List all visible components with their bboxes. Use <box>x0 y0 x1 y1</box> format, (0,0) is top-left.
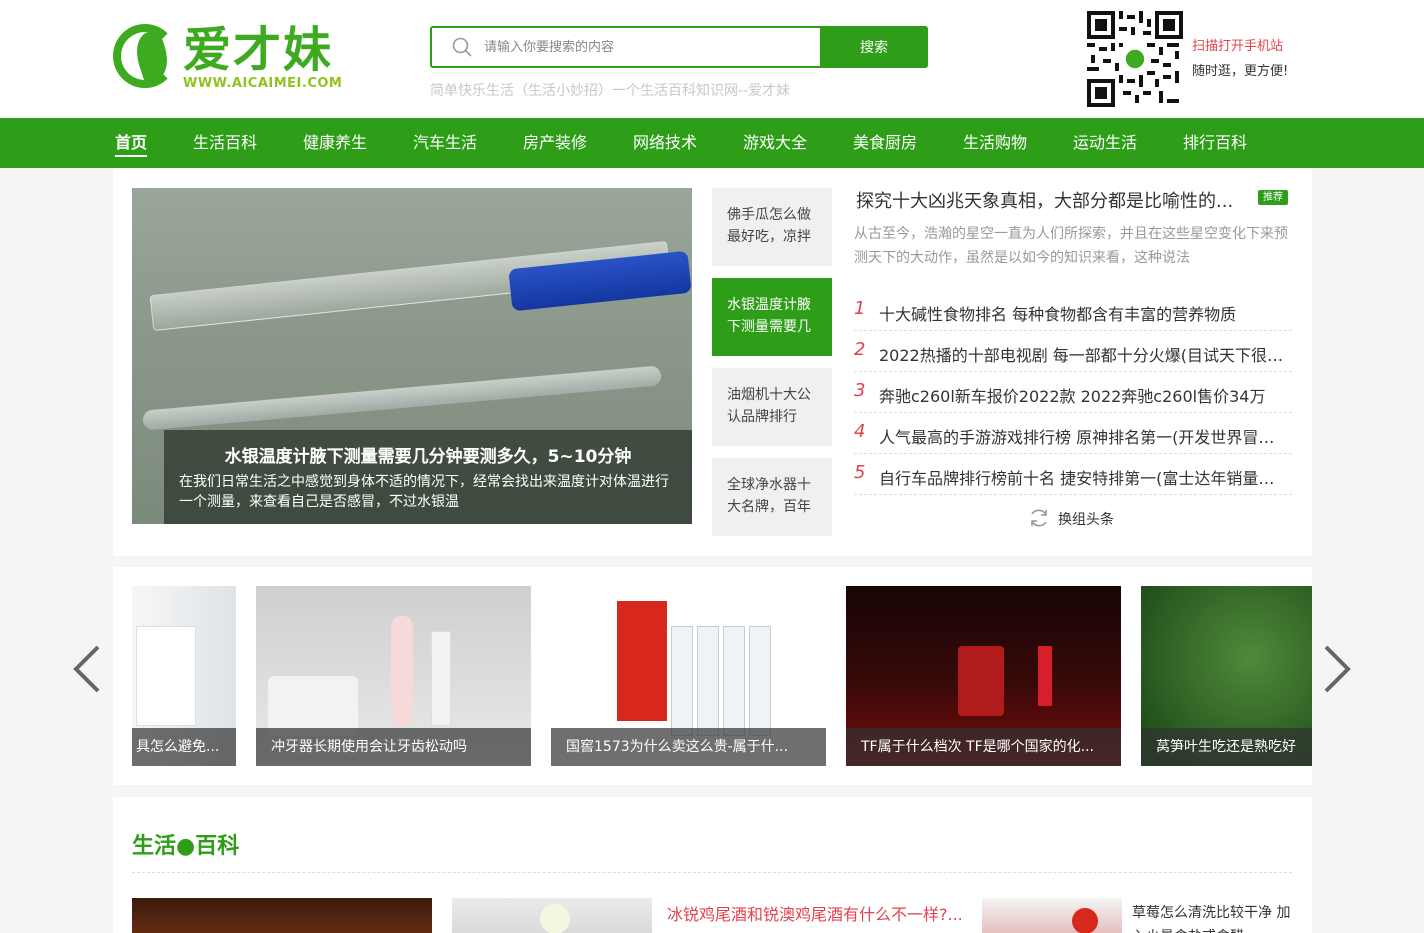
headline-description: 从古至今，浩瀚的星空一直为人们所探索，并且在这些星空变化下来预测天下的大动作，虽… <box>854 226 1288 266</box>
article-title[interactable]: 草莓怎么清洗比较干净 加入少量食盐或食醋 <box>1132 901 1302 933</box>
logo-text: 爱才妹 <box>183 22 334 78</box>
search-input[interactable] <box>484 34 814 60</box>
ranking-item[interactable]: 3 奔驰c260l新车报价2022款 2022奔驰c260l售价34万 <box>854 372 1292 413</box>
article-image-cocktail[interactable] <box>452 898 652 933</box>
carousel-item[interactable]: TF属于什么档次 TF是哪个国家的化... <box>846 586 1121 766</box>
ranking-item[interactable]: 1 十大碱性食物排名 每种食物都含有丰富的营养物质 <box>854 290 1292 331</box>
carousel-caption: 冲牙器长期使用会让牙齿松动吗 <box>256 728 531 766</box>
refresh-icon <box>1031 509 1047 527</box>
qr-caption-convenient: 随时逛，更方便! <box>1192 64 1289 79</box>
site-header: 爱才妹 WWW.AICAIMEI.COM 搜索 简单快乐生活（生活小妙招）一个生… <box>0 0 1424 118</box>
carousel-image-bedroom <box>136 626 196 726</box>
search-icon <box>452 37 472 57</box>
ranking-number: 4 <box>854 421 866 442</box>
nav-item-sports[interactable]: 运动生活 <box>1073 118 1137 168</box>
qr-code-icon <box>1087 11 1183 107</box>
carousel-image-bottle <box>723 626 745 736</box>
carousel-image-box <box>431 631 451 726</box>
ranking-text: 自行车品牌排行榜前十名 捷安特排第一(富士达年销量达... <box>879 469 1289 488</box>
chevron-left-icon[interactable] <box>70 644 104 694</box>
recommend-badge: 推荐 <box>1258 190 1288 205</box>
carousel-caption: 具怎么避免... <box>132 728 236 766</box>
qr-caption-mobile: 扫描打开手机站 <box>1192 39 1284 54</box>
carousel-image-bottle <box>671 626 693 736</box>
ranking-text: 2022热播的十部电视剧 每一部都十分火爆(目试天下很甜) <box>879 346 1289 365</box>
main-nav: 首页 生活百科 健康养生 汽车生活 房产装修 网络技术 游戏大全 美食厨房 生活… <box>0 118 1424 168</box>
article-image-berry <box>1072 908 1098 933</box>
hero-thumb[interactable]: 全球净水器十大名牌，百年 <box>712 458 832 536</box>
nav-item-home[interactable]: 首页 <box>115 118 148 168</box>
ranking-item[interactable]: 2 2022热播的十部电视剧 每一部都十分火爆(目试天下很甜) <box>854 331 1292 372</box>
search-button[interactable]: 搜索 <box>820 26 928 68</box>
carousel-caption: 国窖1573为什么卖这么贵-属于什... <box>551 728 826 766</box>
hero-caption[interactable]: 水银温度计腋下测量需要几分钟要测多久，5~10分钟 在我们日常生活之中感觉到身体… <box>164 430 692 524</box>
ranking-text: 奔驰c260l新车报价2022款 2022奔驰c260l售价34万 <box>879 387 1266 406</box>
section-title: 生活●百科 <box>132 834 240 859</box>
ranking-number: 1 <box>854 298 866 319</box>
hero-thumb[interactable]: 油烟机十大公认品牌排行 <box>712 368 832 446</box>
nav-item-house[interactable]: 房产装修 <box>523 118 587 168</box>
nav-item-tech[interactable]: 网络技术 <box>633 118 697 168</box>
nav-item-health[interactable]: 健康养生 <box>303 118 367 168</box>
nav-item-shopping[interactable]: 生活购物 <box>963 118 1027 168</box>
search-box: 搜索 <box>430 26 928 68</box>
article-image-flower <box>540 904 570 933</box>
ranking-item[interactable]: 4 人气最高的手游游戏排行榜 原神排名第一(开发世界冒险... <box>854 413 1292 454</box>
ranking-text: 人气最高的手游游戏排行榜 原神排名第一(开发世界冒险... <box>879 428 1289 447</box>
carousel-caption: 莴笋叶生吃还是熟吃好 <box>1141 728 1312 766</box>
hero-image-thermometer <box>142 365 662 431</box>
carousel-image-bottle <box>749 626 771 736</box>
chevron-right-icon[interactable] <box>1320 644 1354 694</box>
carousel-image-bottle <box>697 626 719 736</box>
carousel-item[interactable]: 具怎么避免... <box>132 586 236 766</box>
nav-item-auto[interactable]: 汽车生活 <box>413 118 477 168</box>
article-title[interactable]: 冰锐鸡尾酒和锐澳鸡尾酒有什么不一样?... <box>667 901 963 925</box>
site-logo[interactable]: 爱才妹 WWW.AICAIMEI.COM <box>113 22 348 92</box>
nav-item-food[interactable]: 美食厨房 <box>853 118 917 168</box>
nav-item-ranking[interactable]: 排行百科 <box>1183 118 1247 168</box>
nav-item-games[interactable]: 游戏大全 <box>743 118 807 168</box>
refresh-label: 换组头条 <box>1058 512 1114 528</box>
carousel-image-perfume <box>958 646 1004 716</box>
ranking-item[interactable]: 5 自行车品牌排行榜前十名 捷安特排第一(富士达年销量达... <box>854 454 1292 495</box>
hero-description: 在我们日常生活之中感觉到身体不适的情况下，经常会找出来温度计对体温进行一个测量，… <box>179 474 669 510</box>
ranking-number: 2 <box>854 339 866 360</box>
hero-title: 水银温度计腋下测量需要几分钟要测多久，5~10分钟 <box>224 447 632 467</box>
section-divider <box>132 872 1292 873</box>
hero-thumb-active[interactable]: 水银温度计腋下测量需要几 <box>712 278 832 356</box>
carousel-image-box-red <box>617 601 667 721</box>
carousel-image-sink <box>268 676 358 736</box>
article-image-food[interactable] <box>132 898 432 933</box>
carousel-item[interactable]: 莴笋叶生吃还是熟吃好 <box>1141 586 1312 766</box>
logo-url: WWW.AICAIMEI.COM <box>183 76 343 91</box>
carousel-item[interactable]: 国窖1573为什么卖这么贵-属于什... <box>551 586 826 766</box>
ranking-number: 5 <box>854 462 866 483</box>
article-image-strawberry[interactable] <box>982 898 1122 933</box>
nav-item-life[interactable]: 生活百科 <box>193 118 257 168</box>
site-slogan: 简单快乐生活（生活小妙招）一个生活百科知识网--爱才妹 <box>430 83 791 99</box>
carousel-caption: TF属于什么档次 TF是哪个国家的化... <box>846 728 1121 766</box>
ranking-text: 十大碱性食物排名 每种食物都含有丰富的营养物质 <box>879 305 1237 324</box>
headline-title[interactable]: 探究十大凶兆天象真相，大部分都是比喻性的... <box>856 187 1233 213</box>
hero-thumb[interactable]: 佛手瓜怎么做最好吃，凉拌 <box>712 188 832 266</box>
carousel-track: 具怎么避免... 冲牙器长期使用会让牙齿松动吗 国窖1573为什么卖这么贵-属于… <box>132 586 1312 766</box>
carousel-image-waterflosser <box>391 616 413 726</box>
carousel-item[interactable]: 冲牙器长期使用会让牙齿松动吗 <box>256 586 531 766</box>
carousel-image-lipstick <box>1038 646 1052 706</box>
ranking-number: 3 <box>854 380 866 401</box>
